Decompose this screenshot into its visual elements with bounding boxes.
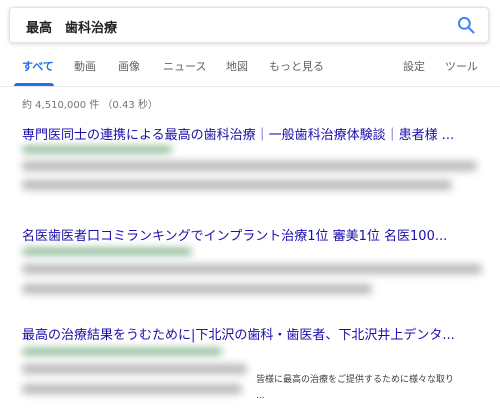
- tab-videos[interactable]: 動画: [74, 58, 96, 74]
- search-box[interactable]: 最高 歯科治療: [9, 7, 489, 43]
- result-title-3[interactable]: 最高の治療結果をうむために|下北沢の歯科・歯医者、下北沢井上デンタ...: [22, 324, 492, 343]
- result-snippet-3b: [22, 384, 242, 394]
- result-stats: 約 4,510,000 件 （0.43 秒）: [22, 100, 158, 111]
- result-title-1[interactable]: 専門医同士の連携による最高の歯科治療｜一般歯科治療体験談｜患者様 ...: [22, 124, 492, 143]
- result-url-1: [22, 146, 172, 153]
- result-snippet-text-3: 皆様に最高の治療をご提供するために様々な取り ...: [256, 372, 486, 404]
- result-url-3: [22, 348, 222, 355]
- search-icon: [457, 16, 475, 34]
- result-snippet-2: [22, 264, 482, 274]
- result-snippet-3: [22, 364, 247, 374]
- result-snippet-2b: [22, 284, 372, 294]
- search-tabs: すべて 動画 画像 ニュース 地図 もっと見る 設定 ツール: [0, 58, 500, 86]
- tab-news[interactable]: ニュース: [163, 58, 206, 74]
- search-input[interactable]: 最高 歯科治療: [26, 17, 117, 36]
- tab-tools[interactable]: ツール: [445, 58, 478, 74]
- result-url-2: [22, 248, 192, 255]
- search-button[interactable]: [456, 15, 476, 35]
- tabs-divider: [0, 86, 500, 87]
- tab-all[interactable]: すべて: [22, 58, 54, 74]
- result-snippet-1: [22, 161, 477, 171]
- tab-settings[interactable]: 設定: [403, 58, 425, 74]
- snippet-line-2: ...: [256, 391, 265, 401]
- tab-more[interactable]: もっと見る: [269, 58, 324, 74]
- result-title-2[interactable]: 名医歯医者口コミランキングでインプラント治療1位 審美1位 名医100...: [22, 225, 492, 244]
- snippet-line-1: 皆様に最高の治療をご提供するために様々な取り: [256, 375, 455, 385]
- tab-maps[interactable]: 地図: [226, 58, 248, 74]
- tab-images[interactable]: 画像: [118, 58, 140, 74]
- result-snippet-1b: [22, 180, 452, 190]
